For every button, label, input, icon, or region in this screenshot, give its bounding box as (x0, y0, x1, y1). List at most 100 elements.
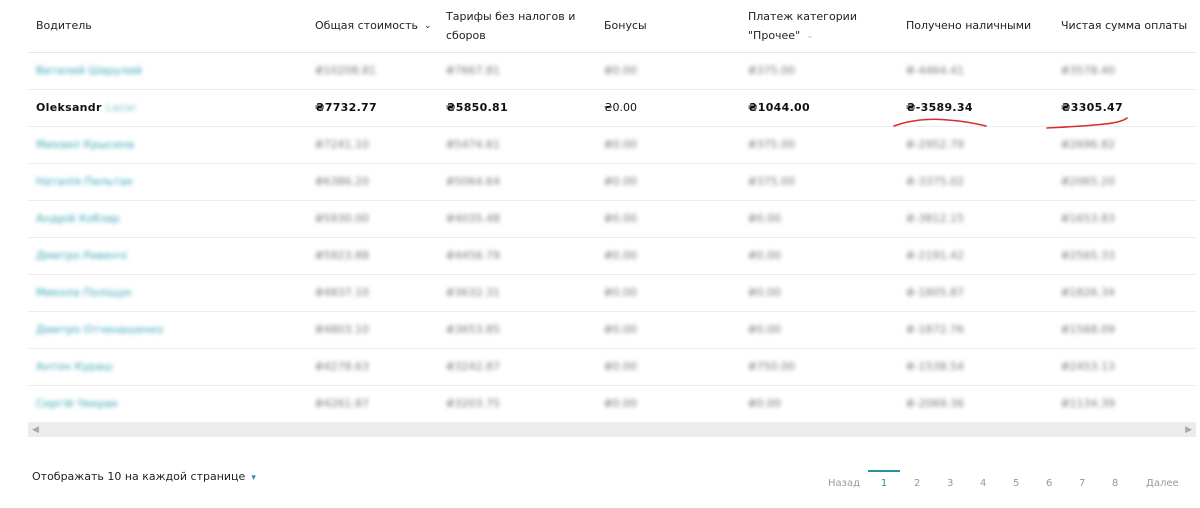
driver-name-link[interactable]: Oleksandr Lazar (36, 90, 137, 126)
total-cost: ₴6386.20 (315, 175, 370, 188)
net-payment: ₴2453.13 (1061, 360, 1116, 373)
driver-name-link[interactable]: Антон Кураш (36, 349, 113, 385)
other-payment: ₴0.00 (748, 249, 782, 262)
cash-received: ₴-1872.76 (906, 323, 964, 336)
scroll-left-icon[interactable]: ◀ (32, 423, 39, 437)
fares: ₴5850.81 (446, 101, 508, 114)
bonuses: ₴0.00 (604, 397, 638, 410)
bonuses: ₴0.00 (604, 249, 638, 262)
other-payment: ₴0.00 (748, 323, 782, 336)
total-cost: ₴5923.88 (315, 249, 370, 262)
other-payment: ₴750.00 (748, 360, 796, 373)
page-8-button[interactable]: 8 (1112, 470, 1118, 498)
table-row: Андрій Кобзар ₴5930.00 ₴4035.48 ₴0.00 ₴0… (28, 201, 1196, 238)
other-payment: ₴0.00 (748, 397, 782, 410)
col-header-driver[interactable]: Водитель (36, 16, 92, 35)
net-payment: ₴2565.33 (1061, 249, 1116, 262)
chevron-down-icon[interactable]: ⌄ (806, 27, 814, 46)
table-row: Михаил Крысина ₴7241.10 ₴5474.61 ₴0.00 ₴… (28, 127, 1196, 164)
driver-name-link[interactable]: Сергій Чекрак (36, 386, 118, 422)
other-payment: ₴0.00 (748, 212, 782, 225)
cash-received: ₴-2069.36 (906, 397, 964, 410)
other-payment: ₴1044.00 (748, 101, 810, 114)
page-3-button[interactable]: 3 (947, 470, 953, 498)
drivers-table: Водитель Общая стоимость ⌄ Тарифы без нал… (28, 0, 1196, 437)
net-payment: ₴1653.83 (1061, 212, 1116, 225)
fares: ₴3653.85 (446, 323, 501, 336)
bonuses: ₴0.00 (604, 101, 638, 114)
page-2-button[interactable]: 2 (914, 470, 920, 498)
driver-name-link[interactable]: Дмитро Отченашенко (36, 312, 163, 348)
fares: ₴3203.75 (446, 397, 501, 410)
fares: ₴5064.64 (446, 175, 501, 188)
col-header-total[interactable]: Общая стоимость ⌄ (315, 16, 432, 36)
page-4-button[interactable]: 4 (980, 470, 986, 498)
table-row: Микола Поліщук ₴4837.10 ₴3632.31 ₴0.00 ₴… (28, 275, 1196, 312)
prev-page-button[interactable]: Назад (828, 470, 860, 498)
driver-name-link[interactable]: Дмитро Ревенчі (36, 238, 127, 274)
other-payment: ₴0.00 (748, 286, 782, 299)
fares: ₴5474.61 (446, 138, 501, 151)
bonuses: ₴0.00 (604, 175, 638, 188)
page-5-button[interactable]: 5 (1013, 470, 1019, 498)
col-header-other-payment[interactable]: Платеж категории "Прочее" ⌄ (748, 7, 858, 46)
bonuses: ₴0.00 (604, 138, 638, 151)
total-cost: ₴4803.10 (315, 323, 370, 336)
total-cost: ₴7732.77 (315, 101, 377, 114)
chevron-down-icon[interactable]: ⌄ (424, 17, 432, 36)
bonuses: ₴0.00 (604, 212, 638, 225)
page-6-button[interactable]: 6 (1046, 470, 1052, 498)
cash-received: ₴-2952.79 (906, 138, 964, 151)
driver-name-link[interactable]: Андрій Кобзар (36, 201, 120, 237)
horizontal-scrollbar[interactable]: ◀ ▶ (28, 423, 1196, 437)
bonuses: ₴0.00 (604, 286, 638, 299)
driver-name-link[interactable]: Наталія Пильтак (36, 164, 133, 200)
net-payment: ₴2696.82 (1061, 138, 1116, 151)
other-payment: ₴375.00 (748, 175, 796, 188)
table-row: Oleksandr Lazar ₴7732.77 ₴5850.81 ₴0.00 ₴… (28, 90, 1196, 127)
col-header-fares[interactable]: Тарифы без налогов и сборов (446, 7, 576, 45)
fares: ₴4035.48 (446, 212, 501, 225)
other-payment: ₴375.00 (748, 138, 796, 151)
page-size-label: Отображать 10 на каждой странице (32, 470, 246, 483)
driver-name-link[interactable]: Виталий Шарулий (36, 53, 142, 89)
col-header-bonuses[interactable]: Бонусы (604, 16, 647, 35)
driver-name-link[interactable]: Микола Поліщук (36, 275, 132, 311)
scroll-right-icon[interactable]: ▶ (1185, 423, 1192, 437)
col-header-net[interactable]: Чистая сумма оплаты (1061, 16, 1187, 35)
col-header-cash[interactable]: Получено наличными (906, 16, 1031, 35)
table-row: Наталія Пильтак ₴6386.20 ₴5064.64 ₴0.00 … (28, 164, 1196, 201)
cash-received: ₴-3812.15 (906, 212, 964, 225)
total-cost: ₴4261.87 (315, 397, 370, 410)
table-header: Водитель Общая стоимость ⌄ Тарифы без нал… (28, 0, 1196, 53)
cash-received: ₴-4464.41 (906, 64, 964, 77)
net-payment: ₴1826.34 (1061, 286, 1116, 299)
total-cost: ₴4278.63 (315, 360, 370, 373)
page-7-button[interactable]: 7 (1079, 470, 1085, 498)
table-row: Дмитро Отченашенко ₴4803.10 ₴3653.85 ₴0.… (28, 312, 1196, 349)
other-payment: ₴375.00 (748, 64, 796, 77)
net-payment: ₴3578.40 (1061, 64, 1116, 77)
cash-received: ₴-2191.42 (906, 249, 964, 262)
page-size-selector[interactable]: Отображать 10 на каждой странице ▾ (32, 470, 256, 483)
cash-received: ₴-1538.54 (906, 360, 964, 373)
total-cost: ₴10208.81 (315, 64, 376, 77)
table-row: Дмитро Ревенчі ₴5923.88 ₴4456.79 ₴0.00 ₴… (28, 238, 1196, 275)
fares: ₴3632.31 (446, 286, 501, 299)
cash-received: ₴-3375.02 (906, 175, 964, 188)
net-payment: ₴1568.09 (1061, 323, 1116, 336)
fares: ₴7667.81 (446, 64, 501, 77)
page-1-button[interactable]: 1 (868, 470, 900, 496)
fares: ₴3242.87 (446, 360, 501, 373)
next-page-button[interactable]: Далее (1146, 470, 1179, 498)
cash-received: ₴-3589.34 (906, 101, 973, 114)
cash-received: ₴-1805.87 (906, 286, 964, 299)
bonuses: ₴0.00 (604, 323, 638, 336)
total-cost: ₴7241.10 (315, 138, 370, 151)
dropdown-icon[interactable]: ▾ (251, 473, 256, 483)
total-cost: ₴4837.10 (315, 286, 370, 299)
net-payment: ₴3305.47 (1061, 101, 1123, 114)
table-row: Антон Кураш ₴4278.63 ₴3242.87 ₴0.00 ₴750… (28, 349, 1196, 386)
fares: ₴4456.79 (446, 249, 501, 262)
driver-name-link[interactable]: Михаил Крысина (36, 127, 134, 163)
